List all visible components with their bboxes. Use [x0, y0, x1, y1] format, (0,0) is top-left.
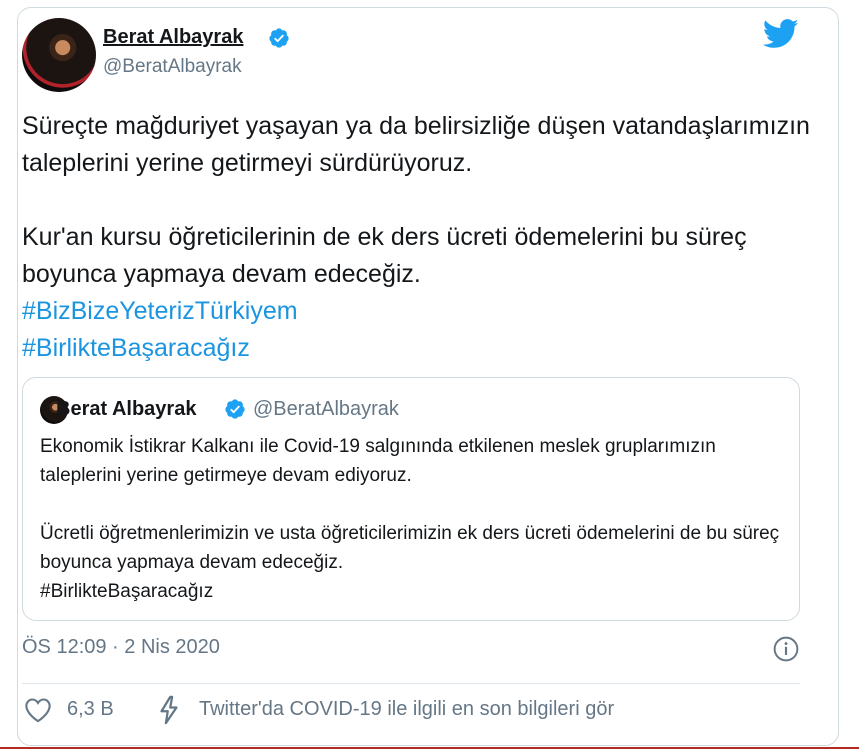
tweet-body: Süreçte mağduriyet yaşayan ya da belirsi…	[22, 108, 812, 367]
quoted-author-name: Berat Albayrak	[56, 398, 197, 420]
tweet-timestamp[interactable]: ÖS 12:09 · 2 Nis 2020	[22, 636, 220, 659]
hashtag-link[interactable]: #BirlikteBaşaracağız	[22, 330, 812, 367]
tweet-paragraph: Süreçte mağduriyet yaşayan ya da belirsi…	[22, 112, 810, 177]
twitter-bird-icon[interactable]	[763, 18, 799, 50]
info-icon[interactable]	[773, 636, 799, 662]
hashtag-link[interactable]: #BizBizeYeterizTürkiyem	[22, 293, 812, 330]
author-name[interactable]: Berat Albayrak	[103, 26, 243, 49]
quoted-hashtag: #BirlikteBaşaracağız	[40, 581, 214, 602]
like-count[interactable]: 6,3 B	[67, 698, 114, 721]
lightning-icon[interactable]	[158, 695, 180, 725]
covid-info-link[interactable]: Twitter'da COVID-19 ile ilgili en son bi…	[199, 698, 614, 721]
verified-badge-icon	[225, 399, 245, 419]
quoted-author-handle: @BeratAlbayrak	[253, 398, 399, 420]
quoted-paragraph: Ücretli öğretmenlerimizin ve usta öğreti…	[40, 523, 780, 573]
heart-icon[interactable]	[24, 697, 52, 723]
tweet-paragraph: Kur'an kursu öğreticilerinin de ek ders …	[22, 223, 747, 288]
author-handle[interactable]: @BeratAlbayrak	[103, 56, 242, 78]
quoted-tweet-body: Ekonomik İstikrar Kalkanı ile Covid-19 s…	[40, 432, 790, 606]
bottom-border	[0, 747, 859, 749]
author-avatar[interactable]	[22, 18, 96, 92]
divider	[22, 683, 800, 684]
verified-badge-icon	[269, 28, 289, 48]
quoted-paragraph: Ekonomik İstikrar Kalkanı ile Covid-19 s…	[40, 436, 716, 486]
